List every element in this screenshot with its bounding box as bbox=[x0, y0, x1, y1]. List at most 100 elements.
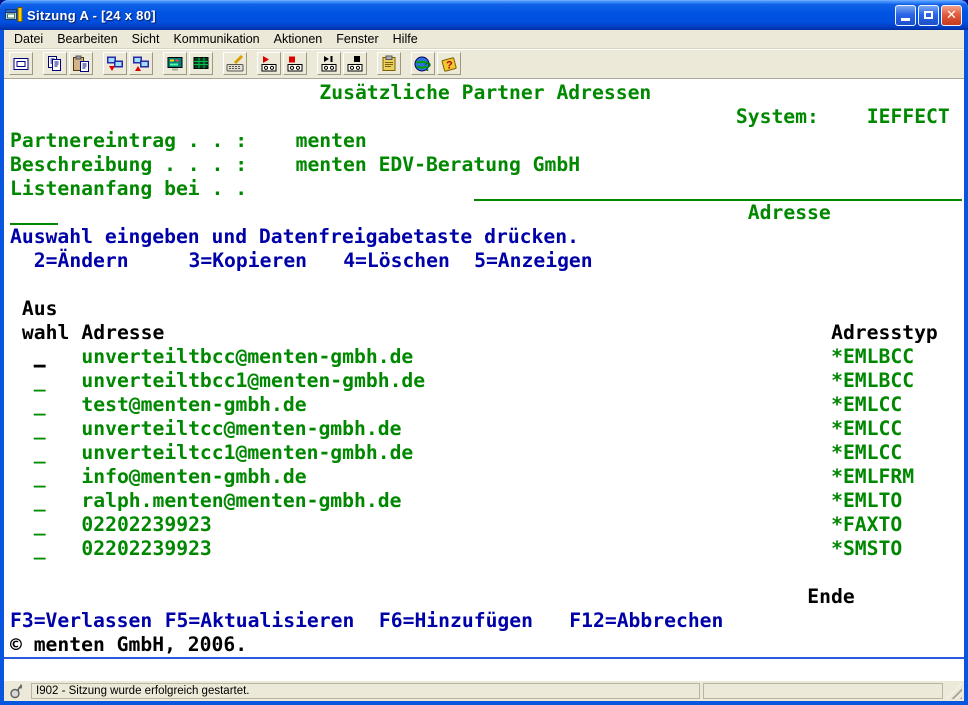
type-cell: *EMLFRM bbox=[831, 465, 914, 489]
option-field[interactable]: _ bbox=[34, 513, 46, 537]
menu-item-kommunikation[interactable]: Kommunikation bbox=[166, 31, 266, 48]
option-field[interactable]: _ bbox=[34, 465, 46, 489]
receive-file-button[interactable] bbox=[129, 52, 153, 75]
title-bar[interactable]: Sitzung A - [24 x 80] ✕ bbox=[0, 0, 968, 30]
copy-icon bbox=[46, 55, 64, 73]
macro-record-icon bbox=[286, 55, 304, 73]
option-field[interactable]: _ bbox=[34, 369, 46, 393]
status-aux-panel bbox=[703, 683, 943, 699]
option-field[interactable]: _ bbox=[34, 393, 46, 417]
terminal-text: Aus bbox=[22, 297, 58, 321]
maximize-button[interactable] bbox=[918, 5, 939, 26]
minimize-icon bbox=[901, 18, 910, 21]
copy-button[interactable] bbox=[43, 52, 67, 75]
paste-icon bbox=[72, 55, 90, 73]
window-frame: Datei Bearbeiten Sicht Kommunikation Akt… bbox=[0, 30, 968, 705]
terminal-text: menten bbox=[296, 129, 367, 153]
input-field[interactable] bbox=[474, 177, 962, 201]
terminal-text: F5=Aktualisieren bbox=[165, 609, 355, 633]
macro-stop-icon bbox=[346, 55, 364, 73]
screen-button[interactable] bbox=[9, 52, 33, 75]
menu-item-bearbeiten[interactable]: Bearbeiten bbox=[50, 31, 124, 48]
option-field[interactable]: _ bbox=[34, 417, 46, 441]
type-cell: *EMLCC bbox=[831, 417, 902, 441]
terminal-text: Partnereintrag . . : bbox=[10, 129, 247, 153]
terminal-text: 3=Kopieren bbox=[189, 249, 308, 273]
terminal-text: © menten GmbH, 2006. bbox=[10, 633, 247, 657]
app-icon bbox=[5, 7, 23, 23]
close-button[interactable]: ✕ bbox=[941, 5, 962, 26]
option-field[interactable]: _ bbox=[34, 537, 46, 561]
window-controls: ✕ bbox=[895, 5, 962, 26]
terminal-text: System: bbox=[736, 105, 819, 129]
type-cell: *EMLCC bbox=[831, 393, 902, 417]
terminal-text: F3=Verlassen bbox=[10, 609, 152, 633]
address-cell: info@menten-gmbh.de bbox=[81, 465, 306, 489]
send-file-icon bbox=[106, 55, 124, 73]
option-field[interactable]: _ bbox=[34, 441, 46, 465]
menu-item-datei[interactable]: Datei bbox=[7, 31, 50, 48]
macro-stop-button[interactable] bbox=[343, 52, 367, 75]
svg-text:?: ? bbox=[424, 60, 431, 73]
color-setup-button[interactable] bbox=[189, 52, 213, 75]
application-window: Sitzung A - [24 x 80] ✕ Datei Bearbeiten… bbox=[0, 0, 968, 704]
session-status-icon bbox=[6, 682, 28, 700]
address-cell: test@menten-gmbh.de bbox=[81, 393, 306, 417]
type-cell: *EMLCC bbox=[831, 441, 902, 465]
display-setup-button[interactable] bbox=[163, 52, 187, 75]
address-cell: 02202239923 bbox=[81, 513, 211, 537]
terminal-text: menten EDV-Beratung GmbH bbox=[296, 153, 580, 177]
type-cell: *EMLBCC bbox=[831, 369, 914, 393]
terminal-text: 5=Anzeigen bbox=[474, 249, 593, 273]
address-cell: unverteiltcc1@menten-gmbh.de bbox=[81, 441, 413, 465]
address-cell: 02202239923 bbox=[81, 537, 211, 561]
terminal-text: F6=Hinzufügen bbox=[379, 609, 533, 633]
status-message: I902 - Sitzung wurde erfolgreich gestart… bbox=[31, 683, 700, 699]
web-help-button[interactable]: ? bbox=[411, 52, 435, 75]
option-field[interactable]: _ bbox=[34, 345, 46, 369]
resize-grip[interactable] bbox=[946, 683, 962, 699]
type-cell: *EMLTO bbox=[831, 489, 902, 513]
address-cell: unverteiltbcc1@menten-gmbh.de bbox=[81, 369, 425, 393]
type-cell: *EMLBCC bbox=[831, 345, 914, 369]
terminal-text: Zusätzliche Partner Adressen bbox=[319, 81, 651, 105]
clipboard-icon bbox=[380, 55, 398, 73]
terminal-text: Auswahl eingeben und Datenfreigabetaste … bbox=[10, 225, 579, 249]
send-file-button[interactable] bbox=[103, 52, 127, 75]
macro-play-button[interactable] bbox=[257, 52, 281, 75]
terminal-text: Beschreibung . . . : bbox=[10, 153, 247, 177]
terminal-text: IEFFECT bbox=[867, 105, 950, 129]
address-cell: ralph.menten@menten-gmbh.de bbox=[81, 489, 401, 513]
menu-item-aktionen[interactable]: Aktionen bbox=[267, 31, 330, 48]
clipboard-button[interactable] bbox=[377, 52, 401, 75]
web-help-icon: ? bbox=[414, 55, 432, 73]
status-bar: I902 - Sitzung wurde erfolgreich gestart… bbox=[4, 681, 964, 701]
macro-record-button[interactable] bbox=[283, 52, 307, 75]
menu-item-sicht[interactable]: Sicht bbox=[125, 31, 167, 48]
receive-file-icon bbox=[132, 55, 150, 73]
menu-item-fenster[interactable]: Fenster bbox=[329, 31, 385, 48]
terminal-text: 4=Löschen bbox=[343, 249, 450, 273]
terminal-text: Ende bbox=[807, 585, 854, 609]
keyboard-setup-button[interactable] bbox=[223, 52, 247, 75]
macro-resume-icon bbox=[320, 55, 338, 73]
menu-item-hilfe[interactable]: Hilfe bbox=[386, 31, 425, 48]
option-field[interactable]: _ bbox=[34, 489, 46, 513]
terminal-screen[interactable]: Zusätzliche Partner Adressen System: IEFFE… bbox=[4, 79, 964, 659]
input-field[interactable] bbox=[10, 201, 58, 225]
terminal-text: Listenanfang bei . . bbox=[10, 177, 247, 201]
help-button[interactable]: ? bbox=[437, 52, 461, 75]
close-icon: ✕ bbox=[946, 9, 957, 22]
keyboard-setup-icon bbox=[226, 55, 244, 73]
address-cell: unverteiltbcc@menten-gmbh.de bbox=[81, 345, 413, 369]
macro-play-icon bbox=[260, 55, 278, 73]
terminal-text: Adresse bbox=[81, 321, 164, 345]
paste-button[interactable] bbox=[69, 52, 93, 75]
terminal-text: wahl bbox=[22, 321, 69, 345]
window-title: Sitzung A - [24 x 80] bbox=[27, 8, 895, 23]
maximize-icon bbox=[924, 11, 933, 19]
terminal-text: Adresstyp bbox=[831, 321, 938, 345]
help-icon: ? bbox=[440, 55, 458, 73]
macro-resume-button[interactable] bbox=[317, 52, 341, 75]
minimize-button[interactable] bbox=[895, 5, 916, 26]
